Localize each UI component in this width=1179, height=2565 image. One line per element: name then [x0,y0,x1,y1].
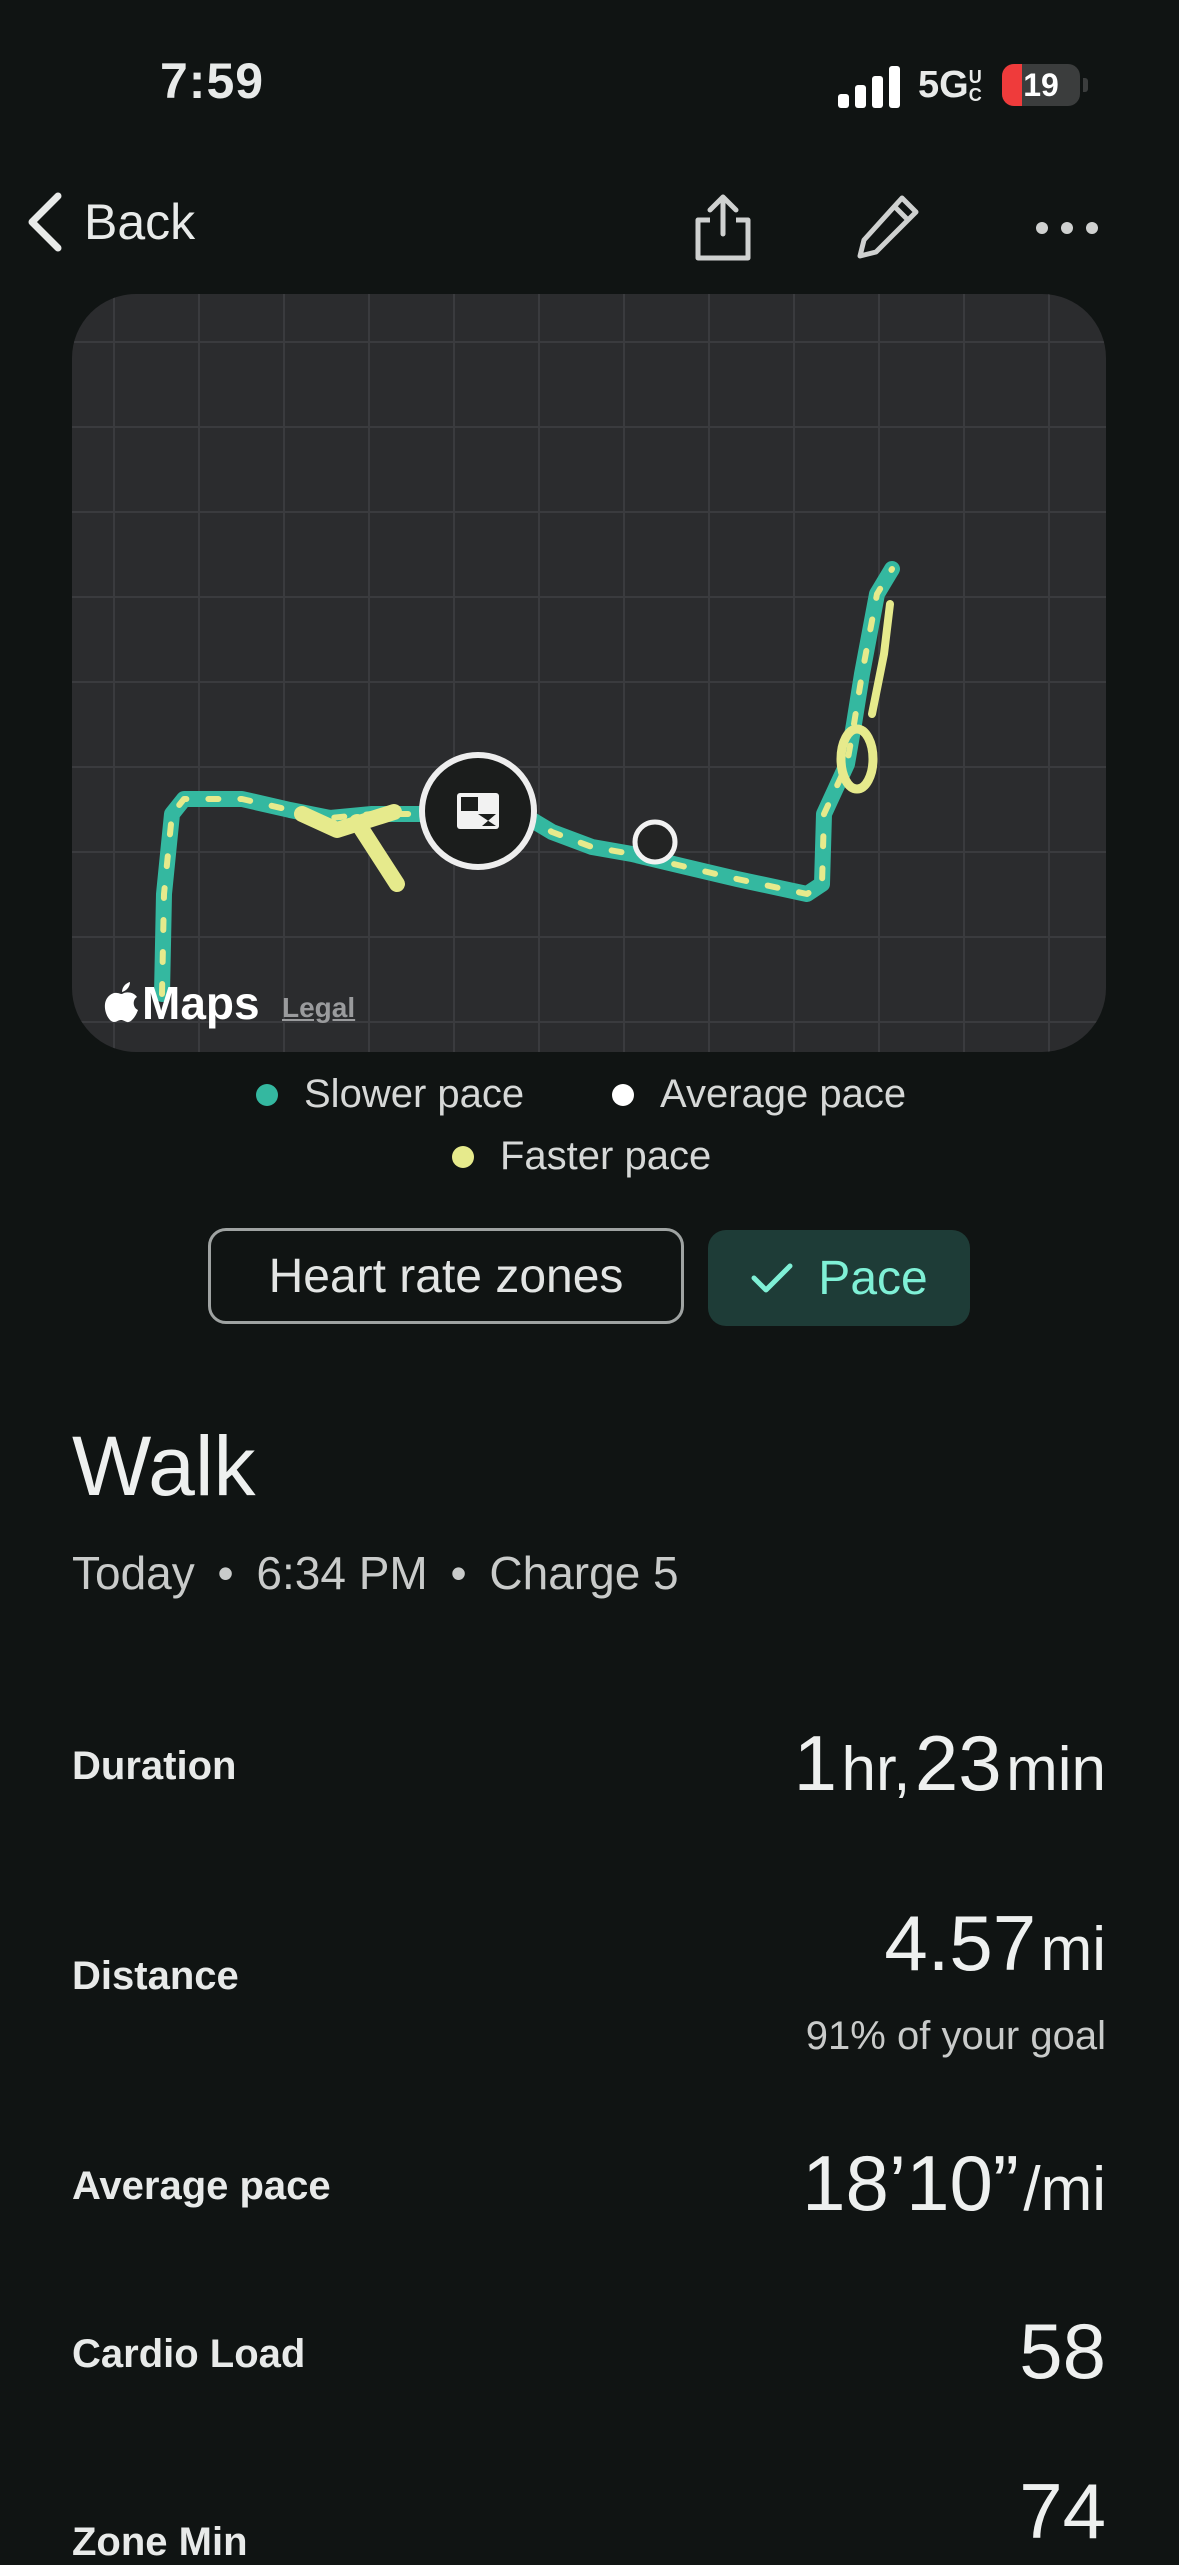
duration-value: 1 hr, 23 min [794,1718,1106,1809]
activity-title: Walk [72,1419,256,1513]
activity-time: 6:34 PM [256,1547,428,1599]
faster-pace-dot [452,1145,474,1168]
average-pace-dot [612,1083,634,1106]
activity-date: Today [72,1547,195,1599]
average-pace-number: 18’10” [802,2139,1019,2227]
legend-slower-pace: Slower pace [256,1072,524,1117]
average-pace-unit: /mi [1023,2155,1106,2224]
legend-slower-label: Slower pace [304,1072,525,1116]
battery-level: 19 [1023,67,1059,103]
duration-hours: 1 [793,1719,838,1807]
cellular-signal-icon [838,66,900,108]
cardio-load-value: 58 [1019,2307,1106,2395]
pace-label: Pace [818,1251,928,1305]
duration-minutes: 23 [914,1719,1002,1807]
apple-maps-logo: Maps [104,976,260,1030]
duration-label: Duration [72,1744,237,1788]
route-map-canvas [72,294,1106,1052]
average-pace-marker [632,819,678,865]
slower-pace-dot [256,1083,278,1106]
distance-number: 4.57 [884,1899,1037,1987]
heart-rate-zones-toggle[interactable]: Heart rate zones [208,1228,684,1324]
cardio-load-label: Cardio Load [72,2332,306,2376]
duration-minutes-unit: min [1006,1735,1106,1804]
back-button[interactable]: Back [22,190,195,254]
distance-label: Distance [72,1954,239,1998]
legend-faster-label: Faster pace [500,1134,712,1178]
zone-min-value: 74 [1019,2467,1106,2555]
zone-min-label: Zone Min [72,2520,248,2564]
apple-logo-icon [104,982,138,1023]
legal-link[interactable]: Legal [282,992,355,1024]
legend-average-label: Average pace [660,1072,907,1116]
legend-average-pace: Average pace [612,1072,906,1117]
pace-toggle[interactable]: Pace [708,1230,970,1326]
route-map[interactable] [72,294,1106,1052]
network-type: 5GUC [918,64,982,106]
checkmark-icon [751,1263,793,1293]
average-pace-value: 18’10” /mi [802,2138,1106,2229]
back-label: Back [84,194,196,250]
legend-faster-pace: Faster pace [452,1134,711,1179]
distance-unit: mi [1040,1915,1106,1984]
heart-rate-zones-label: Heart rate zones [268,1249,624,1303]
battery-nub [1083,78,1088,92]
average-pace-label: Average pace [72,2164,331,2208]
status-time: 7:59 [160,53,265,109]
battery-icon: 19 [1002,64,1080,106]
distance-value: 4.57 mi [884,1898,1106,1989]
more-options-icon[interactable] [1032,200,1102,256]
duration-hours-unit: hr, [841,1735,911,1804]
maps-logo-text: Maps [142,977,260,1029]
start-finish-flag-icon [419,752,537,870]
edit-pencil-icon[interactable] [852,192,922,262]
activity-device: Charge 5 [489,1547,679,1599]
activity-subtitle: Today • 6:34 PM • Charge 5 [72,1547,679,1599]
distance-goal-note: 91% of your goal [805,2014,1106,2058]
chevron-left-icon [28,192,62,252]
share-icon[interactable] [688,192,758,262]
